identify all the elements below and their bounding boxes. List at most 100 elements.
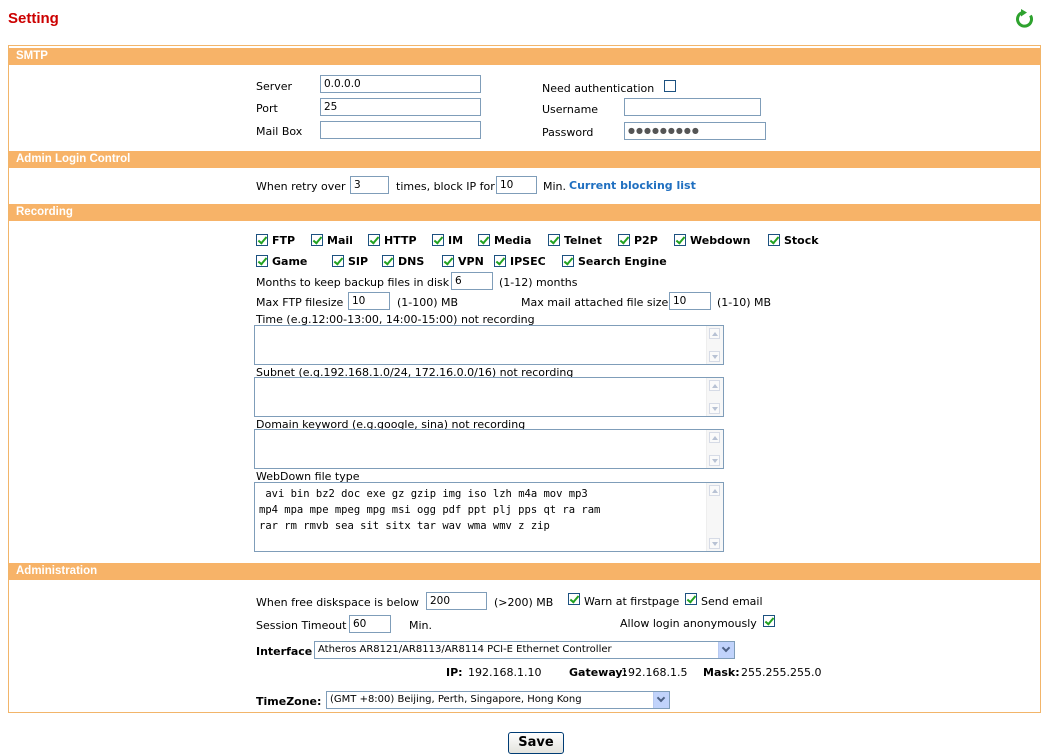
username-input[interactable] xyxy=(624,98,761,116)
webdown-scrollbar[interactable] xyxy=(706,483,723,551)
months-label: Months to keep backup files in disk xyxy=(256,276,450,289)
time-scrollbar[interactable] xyxy=(706,326,723,364)
protocol-ftp-option[interactable]: FTP xyxy=(256,234,295,247)
mail-size-input[interactable]: 10 xyxy=(669,292,711,310)
protocol-checkbox[interactable] xyxy=(311,234,323,246)
webdown-textarea[interactable]: avi bin bz2 doc exe gz gzip img iso lzh … xyxy=(254,482,724,552)
protocol-label: Search Engine xyxy=(578,255,667,268)
protocol-checkbox[interactable] xyxy=(768,234,780,246)
section-header-administration: Administration xyxy=(9,563,1040,580)
protocol-checkbox[interactable] xyxy=(562,255,574,267)
ftp-filesize-input[interactable]: 10 xyxy=(348,292,390,310)
block-minutes-input[interactable]: 10 xyxy=(496,176,537,194)
protocol-label: Mail xyxy=(327,234,353,247)
diskspace-input[interactable]: 200 xyxy=(426,592,487,610)
subnet-textarea[interactable] xyxy=(254,377,724,417)
months-input[interactable]: 6 xyxy=(451,272,493,290)
protocol-label: FTP xyxy=(272,234,296,247)
session-timeout-input[interactable]: 60 xyxy=(349,615,391,633)
block-minutes-unit: Min. xyxy=(543,180,567,193)
protocol-checkbox[interactable] xyxy=(332,255,344,267)
protocol-dns-option[interactable]: DNS xyxy=(382,255,424,268)
ip-value: 192.168.1.10 xyxy=(468,666,542,679)
refresh-icon[interactable] xyxy=(1014,8,1036,30)
protocol-stock-option[interactable]: Stock xyxy=(768,234,819,247)
gateway-value: 192.168.1.5 xyxy=(621,666,688,679)
protocol-checkbox[interactable] xyxy=(442,255,454,267)
warn-firstpage-checkbox[interactable] xyxy=(568,593,580,605)
chevron-down-icon[interactable] xyxy=(718,642,734,658)
subnet-scrollbar[interactable] xyxy=(706,378,723,416)
session-timeout-label: Session Timeout xyxy=(256,619,347,632)
protocol-label: DNS xyxy=(398,255,425,268)
protocol-checkbox[interactable] xyxy=(494,255,506,267)
section-header-admin-login: Admin Login Control xyxy=(9,151,1040,168)
protocol-checkbox[interactable] xyxy=(256,234,268,246)
chevron-down-icon[interactable] xyxy=(653,692,669,708)
gateway-label: Gateway: xyxy=(569,666,627,679)
protocol-label: Media xyxy=(494,234,532,247)
protocol-label: Telnet xyxy=(564,234,602,247)
port-input[interactable]: 25 xyxy=(320,98,481,116)
protocol-media-option[interactable]: Media xyxy=(478,234,531,247)
retry-count-input[interactable]: 3 xyxy=(350,176,389,194)
protocol-search-engine-option[interactable]: Search Engine xyxy=(562,255,667,268)
domain-textarea[interactable] xyxy=(254,429,724,469)
protocol-label: SIP xyxy=(348,255,369,268)
allow-anonymous-label: Allow login anonymously xyxy=(620,617,757,630)
protocol-label: IPSEC xyxy=(510,255,546,268)
mailbox-label: Mail Box xyxy=(256,125,303,138)
server-input[interactable]: 0.0.0.0 xyxy=(320,75,481,93)
mail-size-hint: (1-10) MB xyxy=(717,296,772,309)
protocol-webdown-option[interactable]: Webdown xyxy=(674,234,751,247)
protocol-mail-option[interactable]: Mail xyxy=(311,234,353,247)
password-label: Password xyxy=(542,126,594,139)
mailbox-input[interactable] xyxy=(320,121,481,139)
warn-firstpage-label: Warn at firstpage xyxy=(584,595,680,608)
protocol-checkbox[interactable] xyxy=(618,234,630,246)
send-email-checkbox[interactable] xyxy=(685,593,697,605)
diskspace-hint: (>200) MB xyxy=(494,596,554,609)
mail-size-label: Max mail attached file size xyxy=(521,296,669,309)
timezone-select[interactable]: (GMT +8:00) Beijing, Perth, Singapore, H… xyxy=(326,691,670,709)
current-blocking-list-link[interactable]: Current blocking list xyxy=(569,179,696,192)
protocol-label: Stock xyxy=(784,234,819,247)
timezone-label: TimeZone: xyxy=(256,695,322,708)
protocol-im-option[interactable]: IM xyxy=(432,234,463,247)
section-header-smtp: SMTP xyxy=(9,48,1040,65)
mask-value: 255.255.255.0 xyxy=(741,666,822,679)
protocol-checkbox[interactable] xyxy=(256,255,268,267)
need-auth-checkbox[interactable] xyxy=(664,80,676,92)
port-label: Port xyxy=(256,102,278,115)
protocol-http-option[interactable]: HTTP xyxy=(368,234,417,247)
protocol-label: P2P xyxy=(634,234,658,247)
protocol-label: Game xyxy=(272,255,308,268)
ftp-filesize-hint: (1-100) MB xyxy=(397,296,459,309)
protocol-sip-option[interactable]: SIP xyxy=(332,255,368,268)
interface-select[interactable]: Atheros AR8121/AR8113/AR8114 PCI-E Ether… xyxy=(314,641,735,659)
server-label: Server xyxy=(256,80,293,93)
protocol-ipsec-option[interactable]: IPSEC xyxy=(494,255,546,268)
protocol-checkbox[interactable] xyxy=(548,234,560,246)
protocol-game-option[interactable]: Game xyxy=(256,255,307,268)
need-auth-label: Need authentication xyxy=(542,82,655,95)
protocol-checkbox[interactable] xyxy=(382,255,394,267)
username-label: Username xyxy=(542,103,599,116)
interface-label: Interface xyxy=(256,645,313,658)
protocol-checkbox[interactable] xyxy=(674,234,686,246)
protocol-vpn-option[interactable]: VPN xyxy=(442,255,484,268)
time-textarea[interactable] xyxy=(254,325,724,365)
protocol-telnet-option[interactable]: Telnet xyxy=(548,234,602,247)
protocol-label: IM xyxy=(448,234,464,247)
protocol-checkbox[interactable] xyxy=(478,234,490,246)
protocol-checkbox[interactable] xyxy=(432,234,444,246)
domain-scrollbar[interactable] xyxy=(706,430,723,468)
section-header-recording: Recording xyxy=(9,204,1040,221)
mask-label: Mask: xyxy=(703,666,740,679)
protocol-checkbox[interactable] xyxy=(368,234,380,246)
protocol-label: VPN xyxy=(458,255,484,268)
protocol-p2p-option[interactable]: P2P xyxy=(618,234,658,247)
allow-anonymous-checkbox[interactable] xyxy=(763,615,775,627)
password-input[interactable]: ●●●●●●●●● xyxy=(624,122,766,140)
interface-selected-value: Atheros AR8121/AR8113/AR8114 PCI-E Ether… xyxy=(318,644,612,655)
